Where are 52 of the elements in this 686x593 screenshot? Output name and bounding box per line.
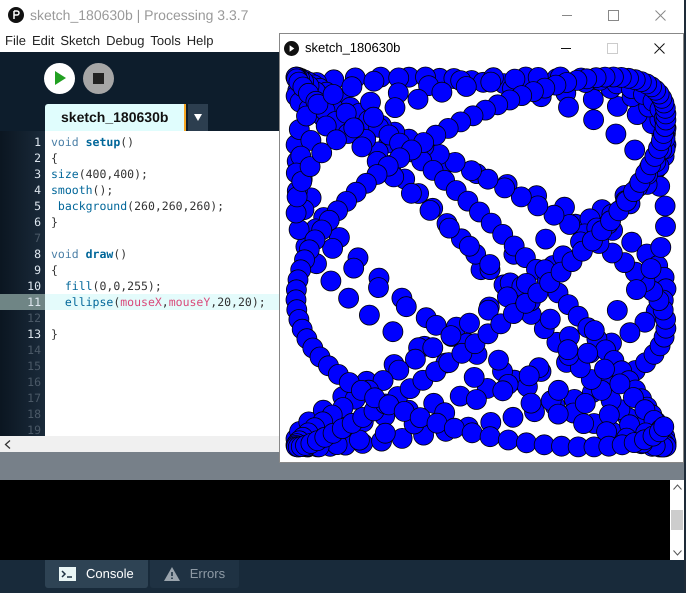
menu-item[interactable]: Debug bbox=[106, 31, 144, 51]
window-title: sketch_180630b bbox=[305, 39, 400, 58]
code-line: void setup() bbox=[51, 135, 134, 149]
code-line: fill(0,0,255); bbox=[64, 278, 162, 293]
terminal-icon bbox=[59, 567, 76, 581]
warning-icon bbox=[164, 567, 180, 581]
line-number: 4 bbox=[34, 182, 41, 198]
maximize-icon bbox=[607, 42, 618, 54]
console-tab[interactable]: Errors bbox=[150, 560, 240, 588]
menu-item[interactable]: Edit bbox=[32, 31, 54, 51]
code-line: } bbox=[51, 215, 58, 229]
code-line: size(400,400); bbox=[51, 167, 148, 181]
line-number: 1 bbox=[34, 134, 41, 150]
menu-item[interactable]: Sketch bbox=[60, 31, 100, 51]
stop-icon bbox=[93, 72, 104, 84]
logo-icon bbox=[8, 7, 24, 23]
menu-item[interactable]: File bbox=[5, 31, 26, 51]
code-line: ellipse(mouseX,mouseY,20,20); bbox=[64, 294, 266, 309]
code-line: } bbox=[51, 326, 58, 340]
scroll-thumb[interactable] bbox=[671, 510, 683, 530]
code-line: { bbox=[51, 151, 58, 165]
line-number: 5 bbox=[34, 198, 41, 214]
line-number: 9 bbox=[34, 262, 41, 278]
line-number: 11 bbox=[27, 294, 41, 310]
scroll-left-icon[interactable] bbox=[4, 440, 11, 448]
line-number: 2 bbox=[34, 150, 41, 166]
code-line: smooth(); bbox=[51, 183, 114, 197]
play-icon bbox=[284, 40, 299, 56]
code-line: { bbox=[51, 262, 58, 277]
code-line: void draw() bbox=[51, 246, 128, 261]
editor-tab[interactable]: sketch_180630b bbox=[45, 104, 186, 131]
line-number: 3 bbox=[34, 166, 41, 182]
close-icon[interactable] bbox=[654, 42, 665, 54]
horizontal-scrollbar[interactable] bbox=[0, 436, 279, 452]
run-button[interactable] bbox=[44, 62, 75, 94]
menu-item[interactable]: Help bbox=[186, 31, 214, 51]
line-number: 8 bbox=[34, 246, 41, 262]
menu-item[interactable]: Tools bbox=[150, 31, 181, 51]
maximize-icon[interactable] bbox=[608, 10, 619, 20]
code-line: background(260,260,260); bbox=[56, 199, 224, 213]
scroll-up-icon[interactable] bbox=[672, 484, 682, 490]
line-number: 6 bbox=[34, 214, 41, 230]
scroll-down-icon[interactable] bbox=[672, 550, 682, 556]
line-number: 10 bbox=[27, 278, 41, 294]
stop-button[interactable] bbox=[83, 62, 114, 94]
window-title: sketch_180630b | Processing 3.3.7 bbox=[30, 6, 248, 25]
console-tab[interactable]: Console bbox=[45, 560, 148, 588]
vertical-scrollbar[interactable] bbox=[670, 480, 684, 560]
play-icon bbox=[54, 71, 66, 85]
line-number: 13 bbox=[27, 326, 41, 342]
dropdown-icon bbox=[194, 114, 202, 121]
tab-menu-button[interactable] bbox=[188, 104, 208, 131]
